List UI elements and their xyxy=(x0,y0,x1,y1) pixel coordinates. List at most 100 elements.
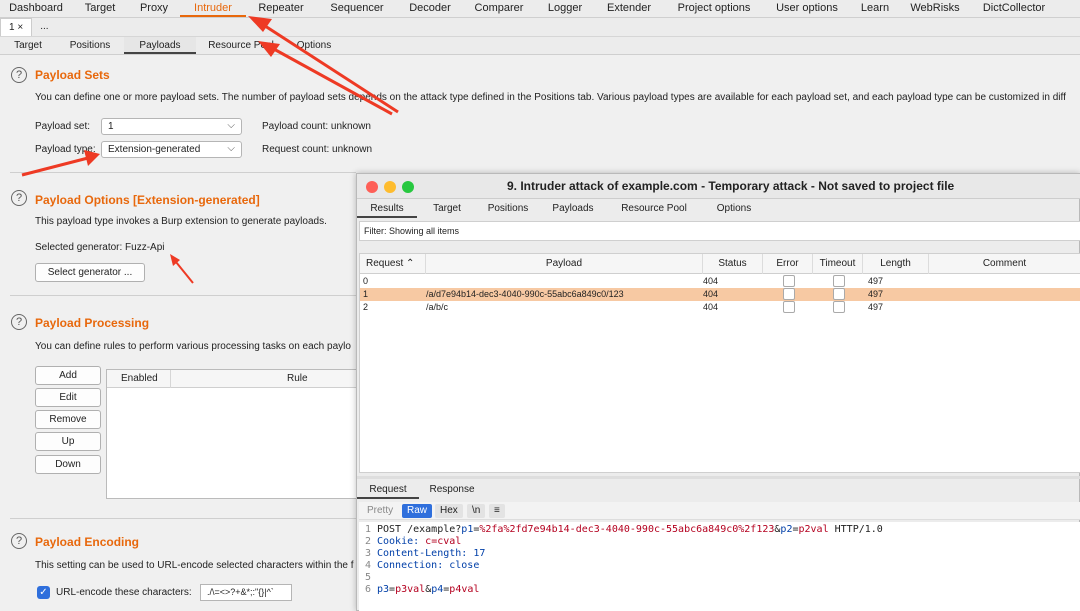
subtab-payloads[interactable]: Payloads xyxy=(124,37,196,54)
col-comment[interactable]: Comment xyxy=(929,254,1080,274)
tab-sequencer[interactable]: Sequencer xyxy=(316,0,398,17)
tab-webrisks[interactable]: WebRisks xyxy=(900,0,970,17)
move-down-button[interactable]: Down xyxy=(35,455,101,474)
payload-type-value: Extension-generated xyxy=(108,144,201,155)
col-error[interactable]: Error xyxy=(763,254,813,274)
window-titlebar[interactable]: 9. Intruder attack of example.com - Temp… xyxy=(357,174,1080,199)
cell-status: 404 xyxy=(703,302,719,312)
remove-rule-button[interactable]: Remove xyxy=(35,410,101,429)
line-number: 1 xyxy=(364,524,371,535)
param-value: p4val xyxy=(449,584,480,595)
col-status[interactable]: Status xyxy=(703,254,763,274)
tab-comparer[interactable]: Comparer xyxy=(462,0,536,17)
table-row[interactable]: 1 /a/d7e94b14-dec3-4040-990c-55abc6a849c… xyxy=(360,288,1080,301)
tab-project-options[interactable]: Project options xyxy=(664,0,764,17)
tab-dashboard[interactable]: Dashboard xyxy=(0,0,72,17)
tab-dictcollector[interactable]: DictCollector xyxy=(970,0,1058,17)
encode-chars-input[interactable]: ./\=<>?+&*;:"{}|^` xyxy=(200,584,292,601)
param-value: %2fa%2fd7e94b14-dec3-4040-990c-55abc6a84… xyxy=(479,524,775,535)
pane-splitter[interactable] xyxy=(357,476,1080,479)
help-icon[interactable]: ? xyxy=(11,190,27,206)
header-line: Content-Length: 17 xyxy=(377,548,486,559)
attack-tab-more[interactable]: ... xyxy=(32,18,56,36)
results-table[interactable]: Request ⌃ Payload Status Error Timeout L… xyxy=(359,253,1080,473)
tab-response[interactable]: Response xyxy=(419,481,485,499)
col-timeout[interactable]: Timeout xyxy=(813,254,863,274)
help-icon[interactable]: ? xyxy=(11,314,27,330)
maximize-window-icon[interactable] xyxy=(402,181,414,193)
attack-tab-1[interactable]: 1 × xyxy=(0,18,33,36)
cell-status: 404 xyxy=(703,276,719,286)
col-payload[interactable]: Payload xyxy=(426,254,703,274)
col-request[interactable]: Request ⌃ xyxy=(360,254,426,274)
cell-request: 1 xyxy=(363,289,369,299)
tab-options[interactable]: Options xyxy=(701,200,767,218)
close-window-icon[interactable] xyxy=(366,181,378,193)
tab-target[interactable]: Target xyxy=(72,0,128,17)
tab-decoder[interactable]: Decoder xyxy=(398,0,462,17)
tab-intruder[interactable]: Intruder xyxy=(180,0,246,17)
table-row[interactable]: 2 /a/b/c 404 497 xyxy=(360,301,1080,314)
selected-generator: Selected generator: Fuzz-Api xyxy=(35,242,165,253)
tab-learn[interactable]: Learn xyxy=(850,0,900,17)
timeout-checkbox xyxy=(833,301,845,313)
hex-view-button[interactable]: Hex xyxy=(435,504,463,518)
edit-rule-button[interactable]: Edit xyxy=(35,388,101,407)
line-number: 4 xyxy=(364,560,371,571)
col-rule[interactable]: Rule xyxy=(287,373,308,384)
tab-proxy[interactable]: Proxy xyxy=(128,0,180,17)
request-line-6: 6 p3=p3val&p4=p4val xyxy=(359,584,479,596)
cell-request: 0 xyxy=(363,276,369,286)
payload-options-title: Payload Options [Extension-generated] xyxy=(35,193,260,207)
header-name: Cookie: xyxy=(377,536,426,547)
tab-target[interactable]: Target xyxy=(417,200,477,218)
url-encode-label: URL-encode these characters: xyxy=(56,587,192,598)
payload-sets-title: Payload Sets xyxy=(35,68,110,82)
tab-resource-pool[interactable]: Resource Pool xyxy=(607,200,701,218)
subtab-positions[interactable]: Positions xyxy=(56,37,124,54)
tab-results[interactable]: Results xyxy=(357,200,417,218)
subtab-target[interactable]: Target xyxy=(0,37,56,54)
attack-tabs-row: 1 × ... xyxy=(0,18,1080,37)
payload-processing-description: You can define rules to perform various … xyxy=(35,341,351,352)
param-name: p1 xyxy=(461,524,474,535)
subtab-resource-pool[interactable]: Resource Pool xyxy=(196,37,286,54)
raw-view-button[interactable]: Raw xyxy=(402,504,433,518)
payload-type-select[interactable]: Extension-generated ⌵ xyxy=(101,141,242,158)
intruder-attack-window: 9. Intruder attack of example.com - Temp… xyxy=(356,173,1080,611)
select-generator-button[interactable]: Select generator ... xyxy=(35,263,145,282)
pretty-view-button[interactable]: Pretty xyxy=(362,504,398,518)
request-method-path: POST /example? xyxy=(377,524,462,535)
tab-repeater[interactable]: Repeater xyxy=(246,0,316,17)
results-filter-bar[interactable]: Filter: Showing all items xyxy=(359,221,1080,241)
help-icon[interactable]: ? xyxy=(11,533,27,549)
request-line-3: 3 Content-Length: 17 xyxy=(359,548,485,560)
cell-length: 497 xyxy=(868,302,884,312)
table-row[interactable]: 0 404 497 xyxy=(360,275,1080,288)
param-value: p3val xyxy=(395,584,426,595)
tab-positions[interactable]: Positions xyxy=(477,200,539,218)
tab-extender[interactable]: Extender xyxy=(594,0,664,17)
tab-user-options[interactable]: User options xyxy=(764,0,850,17)
newline-toggle-button[interactable]: \n xyxy=(467,504,486,518)
col-enabled[interactable]: Enabled xyxy=(121,373,158,384)
url-encode-checkbox[interactable]: ✓ xyxy=(37,586,50,599)
subtab-options[interactable]: Options xyxy=(286,37,342,54)
move-up-button[interactable]: Up xyxy=(35,432,101,451)
payload-set-select[interactable]: 1 ⌵ xyxy=(101,118,242,135)
cell-length: 497 xyxy=(868,289,884,299)
attack-window-tabs: Results Target Positions Payloads Resour… xyxy=(357,200,1080,218)
message-view-bar: Pretty Raw Hex \n ≡ xyxy=(359,502,1080,520)
tab-logger[interactable]: Logger xyxy=(536,0,594,17)
tab-payloads[interactable]: Payloads xyxy=(539,200,607,218)
add-rule-button[interactable]: Add xyxy=(35,366,101,385)
minimize-window-icon[interactable] xyxy=(384,181,396,193)
help-icon[interactable]: ? xyxy=(11,67,27,83)
processing-rules-table[interactable]: Enabled Rule xyxy=(106,369,366,499)
tab-request[interactable]: Request xyxy=(357,481,419,499)
request-editor[interactable]: 1 POST /example?p1=%2fa%2fd7e94b14-dec3-4… xyxy=(359,522,1080,611)
header-value: c=cval xyxy=(425,536,462,547)
col-length[interactable]: Length xyxy=(863,254,929,274)
param-value: p2val xyxy=(798,524,829,535)
menu-icon[interactable]: ≡ xyxy=(489,504,505,518)
